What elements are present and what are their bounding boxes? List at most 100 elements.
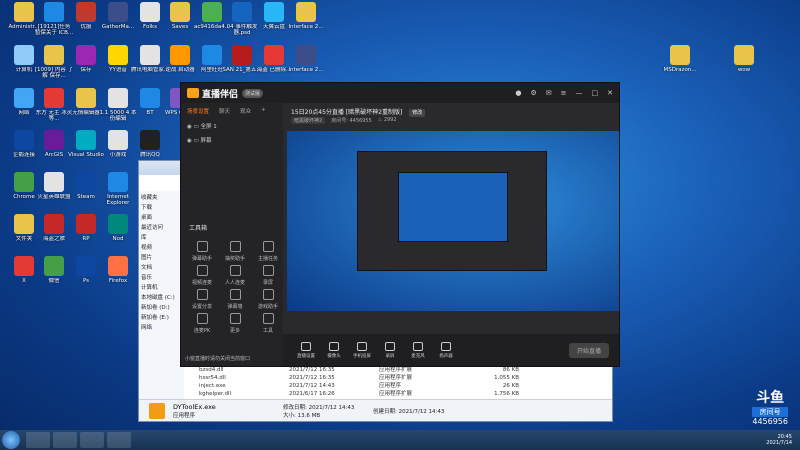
- desktop-icon[interactable]: 腾讯QQ: [130, 130, 170, 164]
- tool-icon: [262, 289, 274, 300]
- desktop-icon[interactable]: wow: [724, 45, 764, 79]
- tool-button[interactable]: 录屏: [253, 265, 283, 286]
- tool-icon: [196, 289, 208, 300]
- nav-item[interactable]: 库: [141, 233, 182, 243]
- start-live-button[interactable]: 开始直播: [568, 342, 609, 358]
- tool-button[interactable]: 工具: [253, 313, 283, 334]
- close-icon[interactable]: ✕: [607, 89, 613, 97]
- viewer-count: 2992: [383, 117, 397, 123]
- taskbar-app-explorer[interactable]: [26, 432, 50, 448]
- tool-icon: [196, 241, 208, 252]
- tool-label: 抽奖助手: [224, 256, 245, 262]
- nav-item[interactable]: 图片: [141, 253, 182, 263]
- nav-item[interactable]: 本地磁盘 (C:): [141, 293, 182, 303]
- desktop-icon-image: [14, 214, 34, 234]
- start-button[interactable]: [2, 431, 20, 449]
- nav-item[interactable]: 音乐: [141, 273, 182, 283]
- tool-button[interactable]: 弹幕助手: [187, 241, 217, 262]
- desktop-icon[interactable]: MSDrazon...: [660, 45, 700, 79]
- control-button[interactable]: 直播设置: [293, 341, 319, 359]
- tool-button[interactable]: 人人连麦: [220, 265, 250, 286]
- desktop-icon-image: [232, 45, 252, 65]
- category-tag[interactable]: 暗黑破坏神2: [291, 117, 326, 124]
- desktop-icon[interactable]: Interface 2...: [286, 45, 326, 79]
- left-panel: 场景设置 聊天 观众 + ◉ ▭ 全屏 1 ◉ ▭ 屏幕 工具箱 弹幕助手 抽奖助手 主播…: [181, 103, 283, 366]
- file-row[interactable]: kghelper.dll 2021/6/17 16:26 应用程序扩展 1,756 K…: [199, 390, 609, 398]
- nav-item[interactable]: 新加卷 (D:): [141, 303, 182, 313]
- nav-item[interactable]: 文档: [141, 263, 182, 273]
- left-tab[interactable]: +: [261, 107, 266, 115]
- left-tab[interactable]: 观众: [240, 107, 251, 115]
- scene-item[interactable]: ◉ ▭ 屏幕: [181, 133, 283, 147]
- control-icon: [385, 341, 395, 351]
- file-row[interactable]: bzsd4.dll 2021/7/12 16:35 应用程序扩展 86 KB: [199, 366, 609, 374]
- control-icon: [357, 341, 367, 351]
- maximize-icon[interactable]: □: [592, 89, 599, 97]
- control-button[interactable]: 录屏: [377, 341, 403, 359]
- message-icon[interactable]: ✉: [546, 89, 552, 97]
- tool-button[interactable]: 连麦PK: [187, 313, 217, 334]
- taskbar-app-media[interactable]: [53, 432, 77, 448]
- desktop-icon-image: [264, 2, 284, 22]
- tool-button[interactable]: 游戏助手: [253, 289, 283, 310]
- desktop-icon-image: [76, 45, 96, 65]
- control-bar: 直播设置 摄像头 手机投屏 录屏 麦克风 扬声器 开始直播: [283, 334, 619, 366]
- desktop-icon-image: [14, 88, 34, 108]
- nav-item[interactable]: 新加卷 (E:): [141, 313, 182, 323]
- tool-icon: [229, 313, 241, 324]
- minimize-icon[interactable]: —: [576, 89, 583, 97]
- tool-label: 主播任务: [257, 256, 278, 262]
- edit-title-button[interactable]: 修改: [409, 109, 426, 117]
- tool-button[interactable]: 视频连麦: [187, 265, 217, 286]
- tool-label: 弹幕墙: [227, 304, 243, 310]
- logo-icon: [187, 88, 199, 98]
- system-tray[interactable]: 20:45 2021/7/14: [766, 434, 792, 446]
- tool-button[interactable]: 设置分享: [187, 289, 217, 310]
- file-size: 1,756 KB: [494, 391, 519, 397]
- nav-item[interactable]: 视频: [141, 243, 182, 253]
- tool-button[interactable]: 主播任务: [253, 241, 283, 262]
- window-controls: ● ⚙ ✉ ≡ — □ ✕: [515, 89, 613, 97]
- left-tabs[interactable]: 场景设置 聊天 观众 +: [181, 103, 283, 119]
- control-button[interactable]: 麦克风: [405, 341, 431, 359]
- control-button[interactable]: 扬声器: [433, 341, 459, 359]
- file-row[interactable]: hssr54.dll 2021/7/12 16:35 应用程序扩展 1,055 KB: [199, 374, 609, 382]
- tool-label: 工具: [262, 328, 273, 334]
- nav-item[interactable]: 最近访问: [141, 223, 182, 233]
- taskbar-app-chrome[interactable]: [80, 432, 104, 448]
- nav-item[interactable]: 收藏夹: [141, 193, 182, 203]
- left-tab[interactable]: 场景设置: [187, 107, 209, 115]
- douyu-watermark: 斗鱼 房间号 4456956: [752, 387, 788, 426]
- nav-item[interactable]: 网络: [141, 323, 182, 333]
- app-header[interactable]: 直播伴侣 测试版 ● ⚙ ✉ ≡ — □ ✕: [181, 83, 619, 103]
- room-number: 房间号: 4456955: [331, 118, 372, 124]
- desktop-icon-image: [108, 172, 128, 192]
- avatar-icon[interactable]: ●: [515, 89, 521, 97]
- file-date: 2021/7/12 14:43: [289, 383, 335, 389]
- tool-button[interactable]: 更多: [220, 313, 250, 334]
- file-row[interactable]: inject.exe 2021/7/12 14:43 应用程序 26 KB: [199, 382, 609, 390]
- desktop-icon-image: [76, 214, 96, 234]
- settings-icon[interactable]: ⚙: [530, 89, 536, 97]
- control-icon: [301, 341, 311, 351]
- status-size: 大小: 13.6 MB: [283, 412, 321, 419]
- menu-icon[interactable]: ≡: [561, 89, 567, 97]
- nav-item[interactable]: 下载: [141, 203, 182, 213]
- desktop-icon-image: [108, 214, 128, 234]
- left-tab[interactable]: 聊天: [219, 107, 230, 115]
- control-button[interactable]: 摄像头: [321, 341, 347, 359]
- tool-button[interactable]: 弹幕墙: [220, 289, 250, 310]
- control-icon: [413, 341, 423, 351]
- nav-item[interactable]: 计算机: [141, 283, 182, 293]
- explorer-nav-pane[interactable]: 收藏夹 下载 桌面 最近访问库视频 图片 文档 音乐 计算机 本地磁盘 (C:) 新加卷 (D:)…: [139, 191, 184, 421]
- control-button[interactable]: 手机投屏: [349, 341, 375, 359]
- nav-item[interactable]: 桌面: [141, 213, 182, 223]
- file-type: 应用程序: [379, 383, 402, 389]
- explorer-file-list[interactable]: bzsd4.dll 2021/7/12 16:35 应用程序扩展 86 KB hssr5…: [199, 366, 609, 398]
- tool-button[interactable]: 抽奖助手: [220, 241, 250, 262]
- toolbox-title: 工具箱: [189, 225, 208, 232]
- streaming-app-window[interactable]: 直播伴侣 测试版 ● ⚙ ✉ ≡ — □ ✕ 场景设置 聊天 观众 + ◉ ▭ 全屏 …: [180, 82, 620, 367]
- desktop-icon[interactable]: Interface 2...: [286, 2, 326, 36]
- scene-item[interactable]: ◉ ▭ 全屏 1: [181, 119, 283, 133]
- taskbar-app-stream[interactable]: [107, 432, 131, 448]
